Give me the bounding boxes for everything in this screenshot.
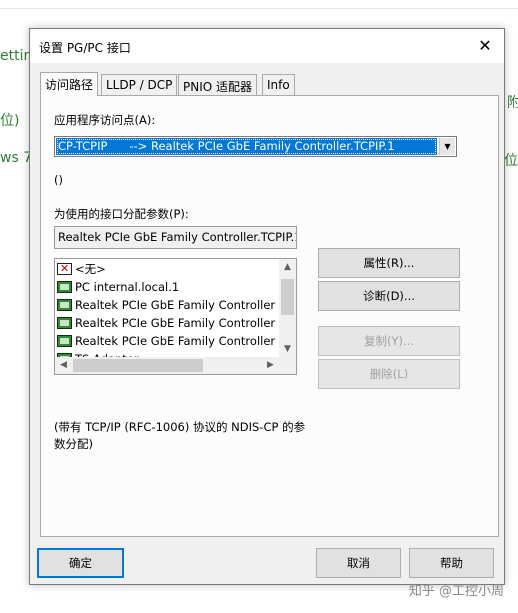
scroll-left-icon[interactable]: ◀ bbox=[55, 357, 72, 374]
none-interface-icon bbox=[57, 260, 72, 278]
tab-access-path[interactable]: 访问路径 bbox=[40, 72, 99, 96]
params-field[interactable]: Realtek PCIe GbE Family Controller.TCPIP… bbox=[54, 226, 297, 249]
network-interface-icon bbox=[57, 299, 72, 311]
background-divider bbox=[0, 8, 518, 9]
horizontal-scroll-thumb[interactable] bbox=[73, 359, 203, 372]
help-button[interactable]: 帮助 bbox=[409, 548, 494, 578]
tab-pnio-adapter[interactable]: PNIO 适配器 bbox=[178, 74, 258, 95]
diagnostics-button[interactable]: 诊断(D)... bbox=[318, 281, 460, 311]
list-item-label: Realtek PCIe GbE Family Controller bbox=[75, 334, 276, 348]
tab-lldp-dcp[interactable]: LLDP / DCP bbox=[101, 74, 178, 95]
ok-button[interactable]: 确定 bbox=[37, 548, 124, 578]
tab-info[interactable]: Info bbox=[262, 74, 295, 95]
network-interface-icon bbox=[57, 317, 72, 329]
network-interface-icon bbox=[57, 335, 72, 347]
access-point-dropdown[interactable]: CP-TCPIP --> Realtek PCIe GbE Family Con… bbox=[54, 136, 457, 157]
vertical-scroll-thumb[interactable] bbox=[281, 279, 294, 315]
list-item[interactable]: Realtek PCIe GbE Family Controller bbox=[57, 296, 275, 314]
list-item-label: <无> bbox=[75, 262, 106, 276]
background-text-fragment: 位) bbox=[0, 113, 20, 129]
dialog-title: 设置 PG/PC 接口 bbox=[39, 41, 131, 55]
access-point-selected-value[interactable]: CP-TCPIP --> Realtek PCIe GbE Family Con… bbox=[56, 138, 437, 155]
properties-button[interactable]: 属性(R)... bbox=[318, 248, 460, 278]
list-item-label: PC internal.local.1 bbox=[75, 280, 180, 294]
access-point-label: 应用程序访问点(A): bbox=[54, 113, 156, 127]
vertical-scrollbar[interactable]: ▲ ▼ bbox=[279, 259, 296, 358]
background-text-fragment: 附 bbox=[507, 95, 518, 111]
scroll-right-icon[interactable]: ▶ bbox=[262, 357, 279, 374]
watermark: 知乎 @工控小周 bbox=[408, 584, 504, 599]
interface-info-text: () bbox=[54, 173, 63, 187]
scrollbar-corner bbox=[279, 357, 296, 374]
access-path-panel: 应用程序访问点(A): CP-TCPIP --> Realtek PCIe Gb… bbox=[40, 95, 499, 537]
scroll-up-icon[interactable]: ▲ bbox=[279, 259, 296, 276]
list-item-label: Realtek PCIe GbE Family Controller bbox=[75, 316, 276, 330]
background-text-fragment: 位 bbox=[504, 153, 518, 169]
delete-button[interactable]: 删除(L) bbox=[318, 359, 460, 389]
scroll-down-icon[interactable]: ▼ bbox=[279, 341, 296, 358]
list-item[interactable]: Realtek PCIe GbE Family Controller bbox=[57, 314, 275, 332]
chevron-down-icon[interactable]: ▼ bbox=[439, 138, 455, 155]
network-interface-icon bbox=[57, 281, 72, 293]
horizontal-scrollbar[interactable]: ◀ ▶ bbox=[55, 357, 279, 374]
params-label: 为使用的接口分配参数(P): bbox=[54, 207, 189, 221]
list-item-label: Realtek PCIe GbE Family Controller bbox=[75, 298, 276, 312]
cancel-button[interactable]: 取消 bbox=[316, 548, 401, 578]
params-description: (带有 TCP/IP (RFC-1006) 协议的 NDIS-CP 的参数分配) bbox=[54, 420, 306, 451]
close-icon[interactable]: ✕ bbox=[472, 33, 498, 59]
list-item[interactable]: PC internal.local.1 bbox=[57, 278, 179, 296]
copy-button[interactable]: 复制(Y)... bbox=[318, 326, 460, 356]
list-item[interactable]: <无> bbox=[57, 260, 106, 278]
pgpc-interface-dialog: 设置 PG/PC 接口 ✕ 访问路径 LLDP / DCP PNIO 适配器 I… bbox=[29, 28, 505, 585]
title-bar[interactable]: 设置 PG/PC 接口 ✕ bbox=[30, 29, 504, 63]
list-item[interactable]: Realtek PCIe GbE Family Controller bbox=[57, 332, 275, 350]
interface-listbox[interactable]: <无> PC internal.local.1 Realtek PCIe GbE… bbox=[54, 258, 297, 375]
